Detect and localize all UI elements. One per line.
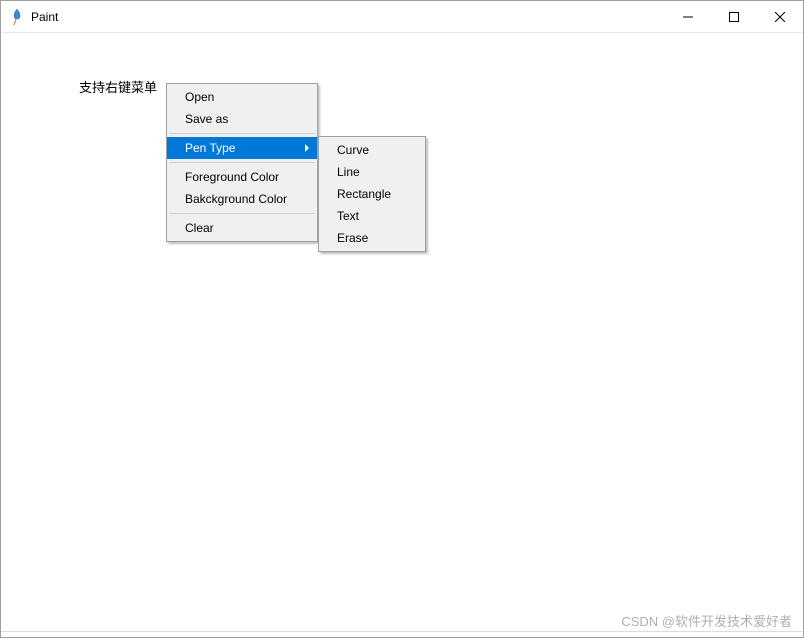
menu-item-label: Text <box>337 209 359 223</box>
app-window: Paint 支持右键菜单 Open Save as <box>0 0 804 638</box>
menu-separator <box>169 133 315 134</box>
menu-item-clear[interactable]: Clear <box>167 217 317 239</box>
menu-item-foreground-color[interactable]: Foreground Color <box>167 166 317 188</box>
submenu-item-curve[interactable]: Curve <box>319 139 425 161</box>
menu-item-label: Clear <box>185 221 214 235</box>
menu-item-label: Curve <box>337 143 369 157</box>
menu-item-label: Pen Type <box>185 141 235 155</box>
canvas-label: 支持右键菜单 <box>79 77 157 96</box>
context-menu: Open Save as Pen Type Foreground Color B… <box>166 83 318 242</box>
submenu-item-text[interactable]: Text <box>319 205 425 227</box>
window-title: Paint <box>31 10 665 24</box>
submenu-item-erase[interactable]: Erase <box>319 227 425 249</box>
titlebar[interactable]: Paint <box>1 1 803 33</box>
window-controls <box>665 1 803 32</box>
menu-item-open[interactable]: Open <box>167 86 317 108</box>
menu-item-label: Bakckground Color <box>185 192 287 206</box>
close-button[interactable] <box>757 1 803 33</box>
menu-item-label: Rectangle <box>337 187 391 201</box>
maximize-button[interactable] <box>711 1 757 33</box>
app-icon <box>9 9 25 25</box>
submenu-arrow-icon <box>305 144 309 152</box>
menu-item-label: Open <box>185 90 214 104</box>
menu-item-pen-type[interactable]: Pen Type <box>167 137 317 159</box>
canvas-area[interactable]: 支持右键菜单 Open Save as Pen Type Foreground … <box>1 33 803 637</box>
menu-item-label: Save as <box>185 112 228 126</box>
menu-item-label: Erase <box>337 231 368 245</box>
menu-item-save-as[interactable]: Save as <box>167 108 317 130</box>
menu-item-background-color[interactable]: Bakckground Color <box>167 188 317 210</box>
pen-type-submenu: Curve Line Rectangle Text Erase <box>318 136 426 252</box>
menu-separator <box>169 162 315 163</box>
submenu-item-line[interactable]: Line <box>319 161 425 183</box>
watermark: CSDN @软件开发技术爱好者 <box>621 611 792 630</box>
minimize-button[interactable] <box>665 1 711 33</box>
menu-item-label: Foreground Color <box>185 170 279 184</box>
menu-item-label: Line <box>337 165 360 179</box>
menu-separator <box>169 213 315 214</box>
bottom-border <box>1 631 803 637</box>
submenu-item-rectangle[interactable]: Rectangle <box>319 183 425 205</box>
